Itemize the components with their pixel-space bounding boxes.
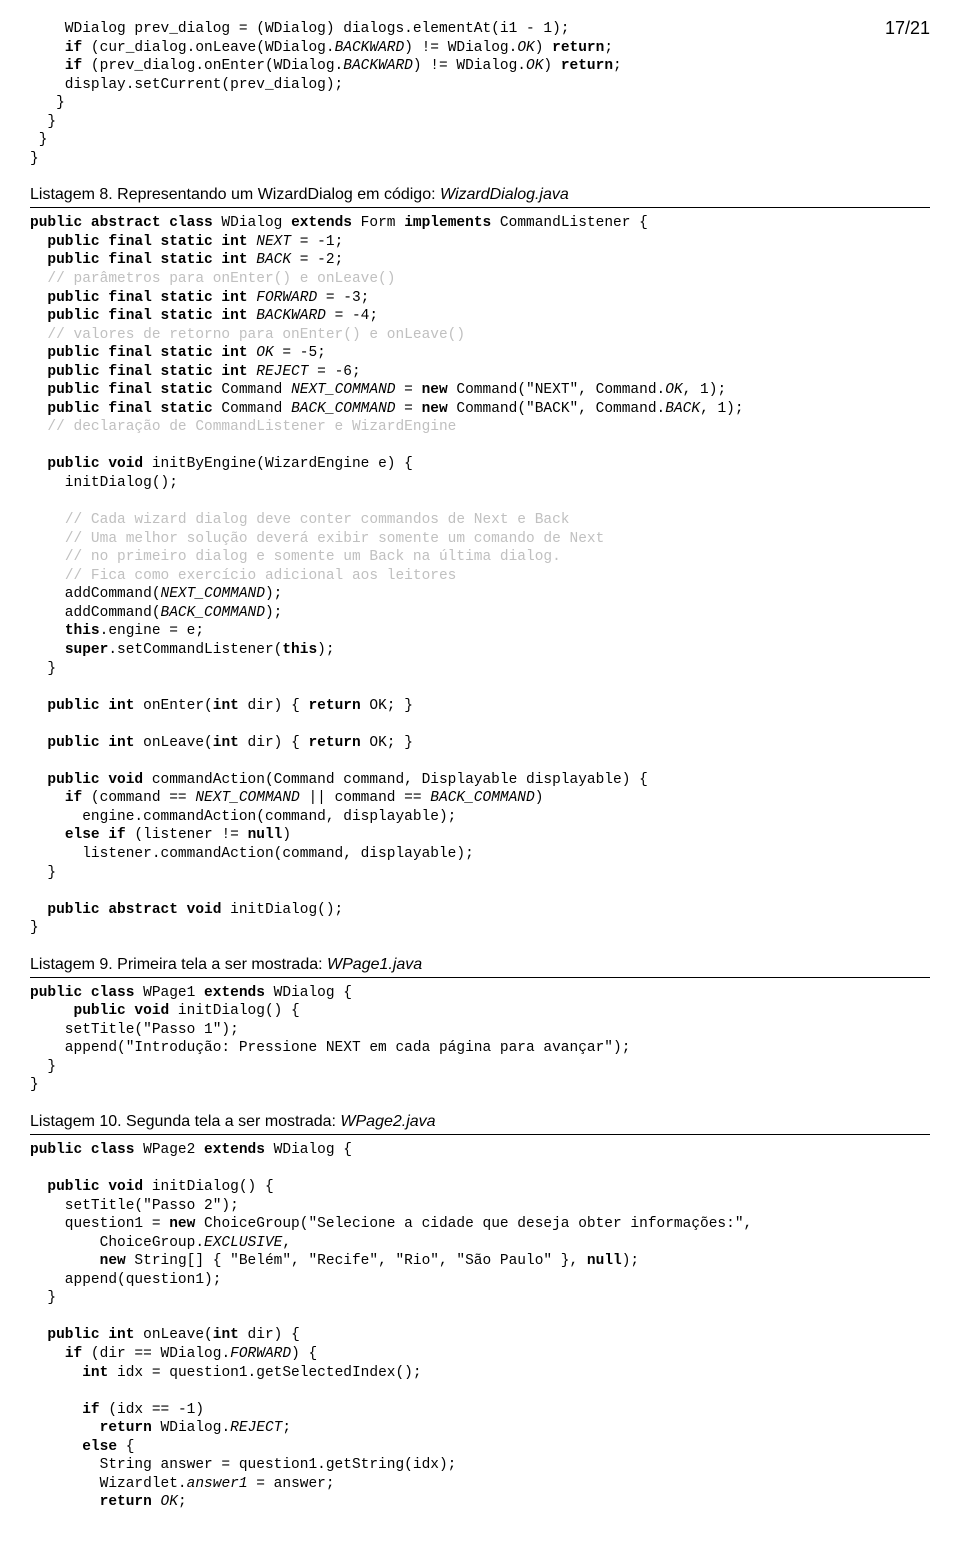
listing-8-title-text: Listagem 8. Representando um WizardDialo… [30, 186, 440, 203]
page-container: 17/21 WDialog prev_dialog = (WDialog) di… [0, 0, 960, 1542]
listing-10-title-text: Listagem 10. Segunda tela a ser mostrada… [30, 1113, 340, 1130]
listing-9-title-file: WPage1.java [327, 956, 422, 973]
listing-9-title: Listagem 9. Primeira tela a ser mostrada… [30, 956, 930, 974]
code-snippet-top: WDialog prev_dialog = (WDialog) dialogs.… [30, 20, 930, 168]
listing-9-code: public class WPage1 extends WDialog { pu… [30, 984, 930, 1095]
listing-10-code: public class WPage2 extends WDialog { pu… [30, 1141, 930, 1512]
divider [30, 977, 930, 978]
listing-8-title-file: WizardDialog.java [440, 186, 569, 203]
page-number: 17/21 [885, 18, 930, 39]
divider [30, 1134, 930, 1135]
listing-10-title: Listagem 10. Segunda tela a ser mostrada… [30, 1113, 930, 1131]
listing-8-code: public abstract class WDialog extends Fo… [30, 214, 930, 937]
divider [30, 207, 930, 208]
listing-10-title-file: WPage2.java [340, 1113, 435, 1130]
listing-9-title-text: Listagem 9. Primeira tela a ser mostrada… [30, 956, 327, 973]
listing-8-title: Listagem 8. Representando um WizardDialo… [30, 186, 930, 204]
